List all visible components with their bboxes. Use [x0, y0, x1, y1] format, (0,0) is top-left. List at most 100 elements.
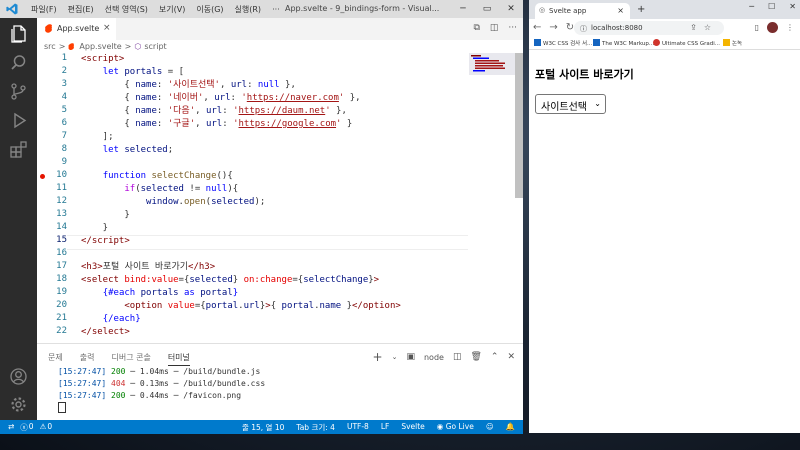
trash-icon[interactable]: 🗑 [470, 352, 481, 362]
reload-icon[interactable]: ↻ [566, 22, 574, 33]
open-preview-icon[interactable]: ⧉ [473, 23, 479, 33]
chevron-up-icon[interactable]: ⌃ [491, 352, 499, 362]
maximize-icon[interactable]: ▭ [475, 0, 499, 18]
menu-kebab-icon[interactable]: ⋮ [786, 23, 794, 32]
info-icon[interactable]: ⓘ [580, 24, 587, 34]
tab-debug-console[interactable]: 디버그 콘솔 [111, 352, 150, 366]
timestamp: [15:27:47] [58, 379, 107, 388]
portal-select[interactable]: 사이트선택 ⌄ [535, 94, 606, 114]
run-debug-icon[interactable] [9, 111, 28, 130]
search-icon[interactable] [9, 53, 28, 72]
more-actions-icon[interactable]: ··· [508, 23, 517, 33]
browser-toolbar-right: ▯ ⋮ [755, 22, 794, 33]
tab-app-svelte[interactable]: App.svelte × [37, 18, 116, 40]
new-tab-icon[interactable]: + [637, 4, 645, 15]
tab-close-icon[interactable]: × [103, 23, 111, 33]
explorer-icon[interactable] [9, 24, 28, 43]
minimize-icon[interactable]: ─ [749, 2, 754, 11]
maximize-icon[interactable]: ☐ [768, 2, 775, 11]
bookmark-w3c-markup[interactable]: The W3C Markup... [593, 39, 654, 47]
warning-icon: ⚠ [39, 422, 47, 431]
menu-file[interactable]: 파일(F) [31, 4, 57, 15]
terminal-line: [15:27:47] 200 ─ 1.04ms ─ /build/bundle.… [58, 366, 265, 378]
bookmark-css-gradient[interactable]: Ultimate CSS Gradi... [653, 39, 720, 47]
tab-output[interactable]: 출력 [80, 352, 95, 366]
omnibox-actions-icons[interactable]: ⇪☆ [690, 23, 718, 32]
status-left[interactable]: ⇄ ⓧ 0 ⚠ 0 [8, 422, 52, 433]
encoding[interactable]: UTF-8 [347, 422, 369, 433]
bookmark-folder[interactable]: 논녹 [723, 39, 742, 47]
browser-tab-close-icon[interactable]: × [617, 6, 624, 15]
go-live-button[interactable]: ◉ Go Live [437, 422, 474, 433]
extensions-icon[interactable] [9, 140, 28, 159]
line-number: 16 [56, 248, 67, 258]
terminal-name[interactable]: node [424, 353, 444, 362]
cursor-position[interactable]: 줄 15, 열 10 [242, 422, 284, 433]
line-number: 8 [61, 144, 67, 154]
chevron-down-icon[interactable]: ⌄ [392, 353, 398, 361]
line-number: 4 [61, 92, 67, 102]
breadcrumb-separator: > [124, 42, 132, 51]
profile-avatar[interactable] [767, 22, 778, 33]
menu-more[interactable]: ··· [272, 5, 280, 14]
menu-edit[interactable]: 편집(E) [68, 4, 94, 15]
select-value: 사이트선택 [541, 102, 587, 113]
menu-bar: 파일(F) 편집(E) 선택 영역(S) 보기(V) 이동(G) 실행(R) ·… [31, 0, 280, 18]
end-of-line[interactable]: LF [381, 422, 390, 433]
menu-run[interactable]: 실행(R) [235, 4, 262, 15]
request-info: ─ 1.04ms ─ /build/bundle.js [125, 367, 261, 376]
back-arrow-icon[interactable]: ← [533, 22, 541, 33]
line-number: 14 [56, 222, 67, 232]
bookmark-w3c-css[interactable]: W3C CSS 검사 서... [534, 39, 592, 47]
request-info: ─ 0.44ms ─ /favicon.png [125, 391, 242, 400]
code-line: <option value={portal.url}>{ portal.name… [124, 301, 401, 311]
account-icon[interactable] [9, 367, 28, 386]
code-line: function selectChange(){ [102, 171, 233, 181]
breadcrumb-file[interactable]: App.svelte [79, 42, 121, 51]
source-control-icon[interactable] [9, 82, 28, 101]
line-number: 2 [61, 66, 67, 76]
close-panel-icon[interactable]: ✕ [507, 352, 515, 362]
new-terminal-icon[interactable]: + [373, 350, 383, 364]
browser-tab[interactable]: ◎ Svelte app × [535, 3, 630, 19]
tab-terminal[interactable]: 터미널 [167, 352, 190, 366]
bookmark-label: Ultimate CSS Gradi... [662, 41, 720, 47]
menu-selection[interactable]: 선택 영역(S) [105, 4, 148, 15]
notifications-bell-icon[interactable]: 🔔 [506, 422, 515, 433]
menu-view[interactable]: 보기(V) [159, 4, 185, 15]
window-controls: ─ ▭ ✕ [451, 0, 523, 18]
editor-scrollbar[interactable] [515, 53, 523, 198]
language-mode[interactable]: Svelte [401, 422, 424, 433]
bottom-panel: 문제 출력 디버그 콘솔 터미널 + ⌄ ▣ node ◫ 🗑 ⌃ ✕ [15:… [37, 343, 523, 421]
code-line: <h3>포털 사이트 바로가기</h3> [81, 262, 216, 272]
window-title: App.svelte - 9_bindings-form - Visual... [285, 4, 440, 13]
split-terminal-icon[interactable]: ◫ [453, 352, 462, 362]
close-window-icon[interactable]: ✕ [499, 0, 523, 18]
terminal-line: [15:27:47] 200 ─ 0.44ms ─ /favicon.png [58, 390, 265, 402]
menu-go[interactable]: 이동(G) [196, 4, 223, 15]
timestamp: [15:27:47] [58, 367, 107, 376]
minimize-icon[interactable]: ─ [451, 0, 475, 18]
forward-arrow-icon[interactable]: → [549, 22, 557, 33]
bookmarks-bar: W3C CSS 검사 서... The W3C Markup... Ultima… [529, 37, 800, 50]
code-editor[interactable]: 1 2 3 4 5 6 7 8 9 10 11 12 13 14 15 16 1… [37, 53, 523, 343]
remote-icon[interactable]: ⇄ [8, 422, 14, 433]
side-panel-icon[interactable]: ▯ [755, 23, 759, 32]
tab-size[interactable]: Tab 크기: 4 [296, 422, 335, 433]
close-window-icon[interactable]: ✕ [789, 2, 796, 11]
minimap[interactable] [469, 53, 515, 343]
breadcrumb-script[interactable]: script [144, 42, 166, 51]
breadcrumb-src[interactable]: src [44, 42, 56, 51]
address-bar[interactable]: ⓘ localhost:8080 ⇪☆ [574, 21, 724, 35]
breadcrumb-symbol-icon: ⬡ [134, 42, 142, 51]
line-number: 17 [56, 261, 67, 271]
code-line: <select bind:value={selected} on:change=… [81, 275, 380, 285]
navigation-buttons: ← → ↻ [533, 22, 574, 33]
settings-gear-icon[interactable] [9, 395, 28, 414]
terminal-output[interactable]: [15:27:47] 200 ─ 1.04ms ─ /build/bundle.… [58, 366, 265, 414]
feedback-icon[interactable]: ☺ [486, 422, 494, 433]
split-editor-icon[interactable]: ◫ [490, 23, 499, 33]
status-bar: ⇄ ⓧ 0 ⚠ 0 줄 15, 열 10 Tab 크기: 4 UTF-8 LF Sv… [0, 420, 523, 434]
tab-problems[interactable]: 문제 [48, 352, 63, 366]
